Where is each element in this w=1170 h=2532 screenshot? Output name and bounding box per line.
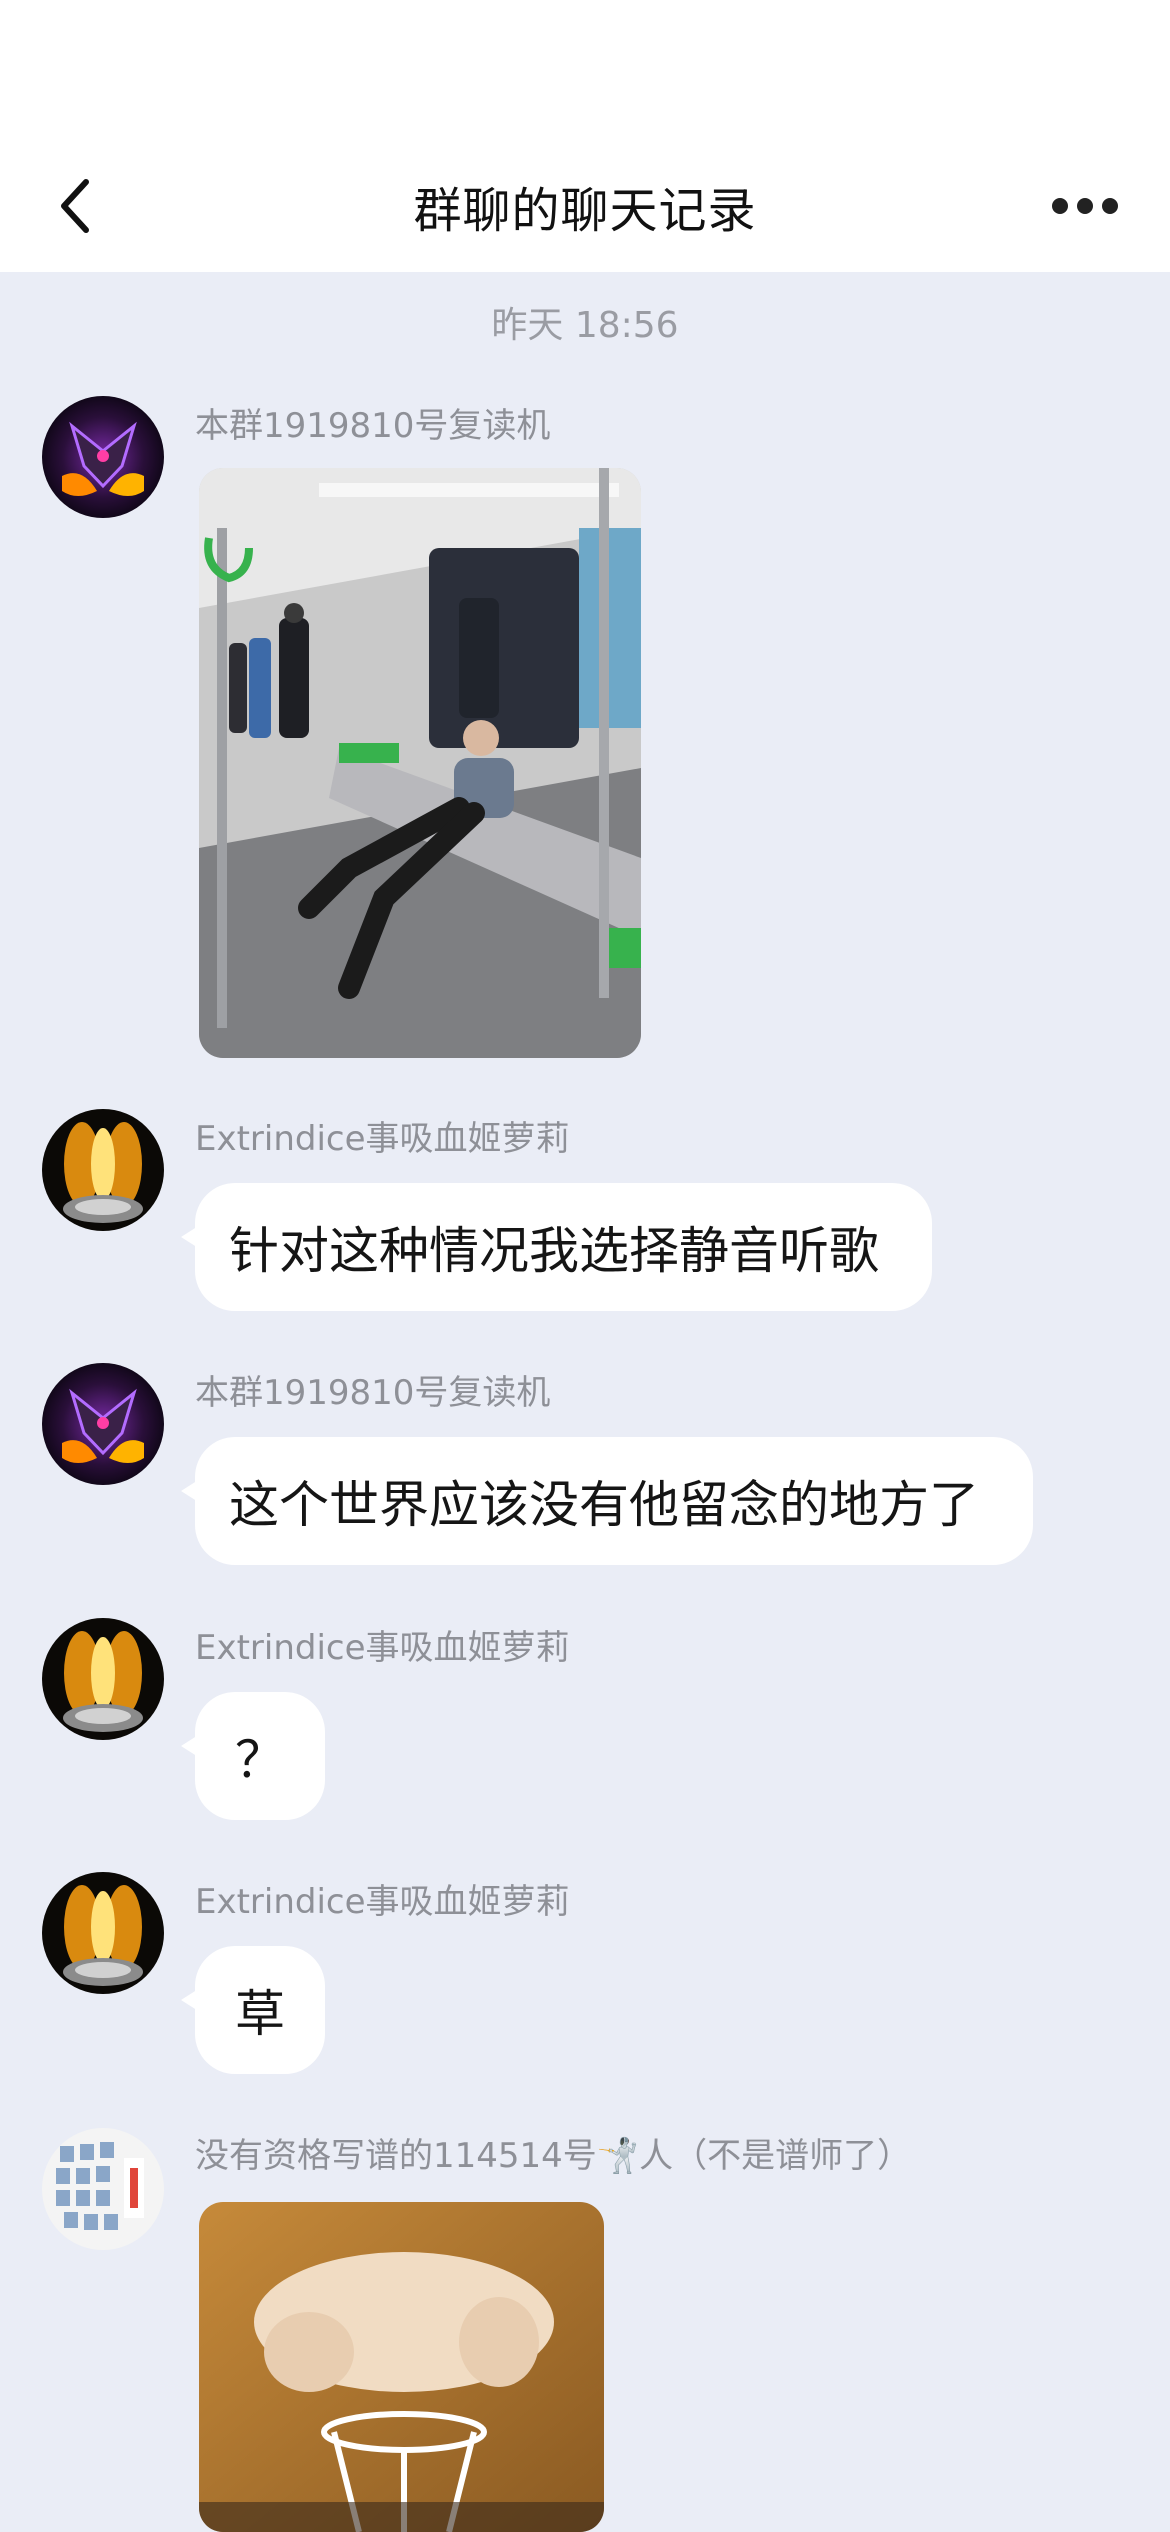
avatar[interactable] (42, 1109, 164, 1231)
message-image-subway[interactable] (199, 468, 641, 1058)
message-image-dog[interactable] (199, 2202, 604, 2532)
sender-name: Extrindice事吸血姬萝莉 (195, 1882, 570, 1922)
message-bubble[interactable]: 这个世界应该没有他留念的地方了 (181, 1437, 1033, 1565)
avatar-flame-icon (42, 1872, 164, 1994)
sender-name: 本群1919810号复读机 (195, 1373, 551, 1413)
more-dots-icon (1052, 198, 1118, 214)
message-bubble[interactable]: 草 (181, 1946, 325, 2074)
avatar-robot-icon (42, 396, 164, 518)
avatar[interactable] (42, 1618, 164, 1740)
message-bubble[interactable]: ？ (181, 1692, 325, 1820)
avatar[interactable] (42, 396, 164, 518)
avatar-flame-icon (42, 1109, 164, 1231)
subway-photo-icon (199, 468, 641, 1058)
sender-name: 没有资格写谱的114514号🤺人（不是谱师了） (195, 2136, 912, 2176)
avatar[interactable] (42, 1872, 164, 1994)
dog-photo-icon (199, 2202, 604, 2532)
avatar-grid-icon (42, 2128, 164, 2250)
message-timestamp: 昨天 18:56 (491, 305, 679, 346)
avatar[interactable] (42, 1363, 164, 1485)
status-bar (0, 0, 1170, 140)
message-bubble[interactable]: 针对这种情况我选择静音听歌 (181, 1183, 932, 1311)
avatar-robot-icon (42, 1363, 164, 1485)
page-title: 群聊的聊天记录 (413, 183, 757, 239)
nav-bar: 群聊的聊天记录 (0, 140, 1170, 272)
avatar-flame-icon (42, 1618, 164, 1740)
sender-name: Extrindice事吸血姬萝莉 (195, 1628, 570, 1668)
avatar[interactable] (42, 2128, 164, 2250)
sender-name: Extrindice事吸血姬萝莉 (195, 1119, 570, 1159)
sender-name: 本群1919810号复读机 (195, 406, 551, 446)
more-button[interactable] (1030, 166, 1140, 246)
